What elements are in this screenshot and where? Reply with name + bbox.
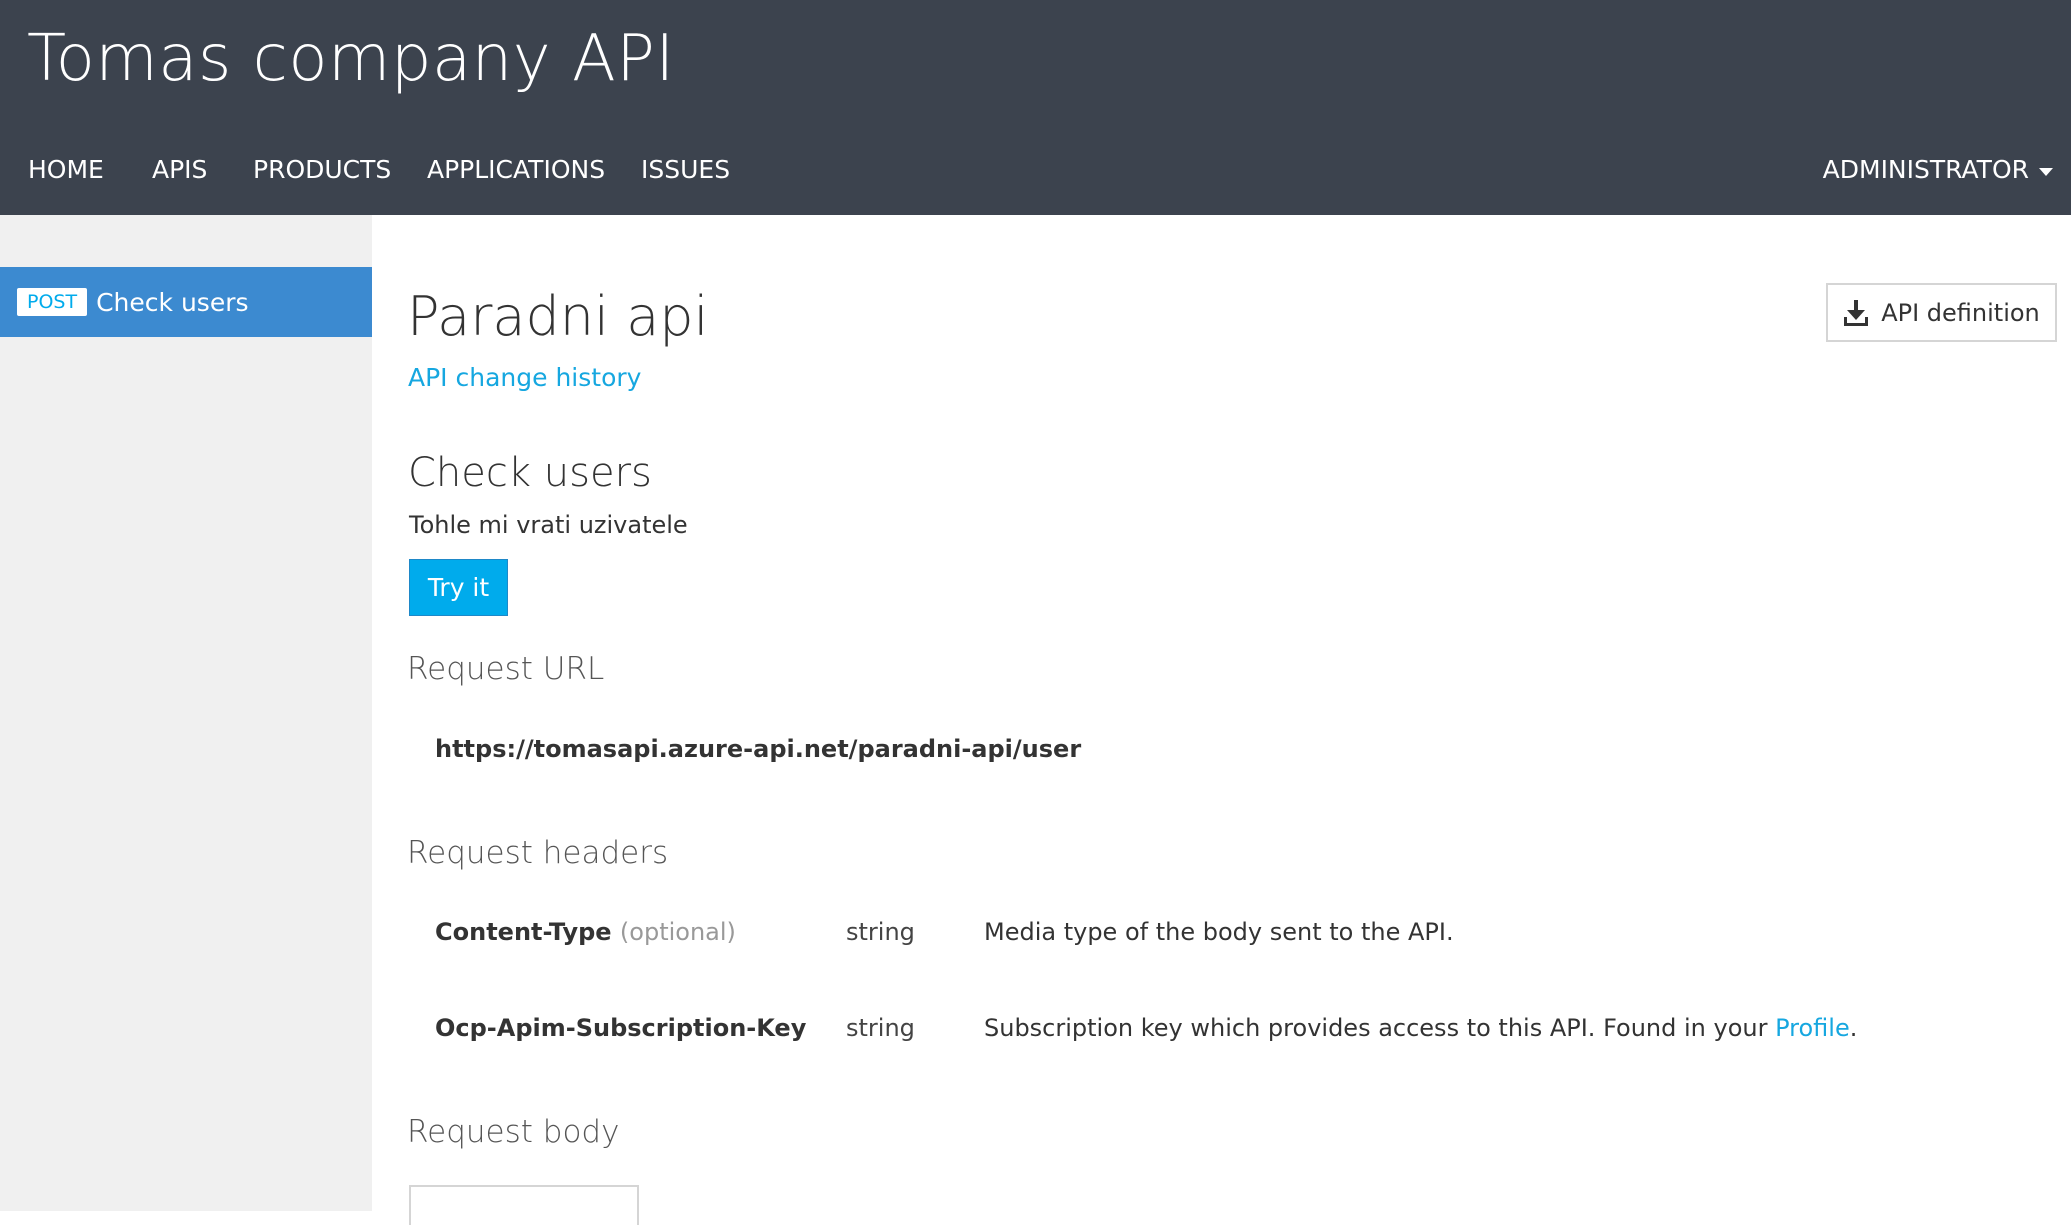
header-description: Subscription key which provides access t… bbox=[984, 1014, 1857, 1042]
header-type: string bbox=[846, 1014, 915, 1042]
operation-description: Tohle mi vrati uzivatele bbox=[409, 511, 688, 539]
operation-title: Check users bbox=[408, 450, 652, 496]
method-badge: POST bbox=[17, 288, 88, 316]
request-url-heading: Request URL bbox=[407, 651, 605, 687]
profile-link[interactable]: Profile bbox=[1775, 1014, 1850, 1042]
operations-sidebar: POST Check users bbox=[0, 215, 372, 1211]
request-body-heading: Request body bbox=[407, 1114, 620, 1150]
user-menu-label: ADMINISTRATOR bbox=[1822, 155, 2029, 184]
site-title[interactable]: Tomas company API bbox=[27, 22, 675, 96]
header-type: string bbox=[846, 918, 915, 946]
header-name: Content-Type (optional) bbox=[435, 918, 736, 946]
nav-apis[interactable]: APIS bbox=[152, 155, 207, 184]
page-title: Paradni api bbox=[407, 285, 709, 348]
header-description: Media type of the body sent to the API. bbox=[984, 918, 1454, 946]
sidebar-item-label: Check users bbox=[96, 287, 249, 317]
main-content: Paradni api API change history API defin… bbox=[372, 215, 2071, 1225]
header-name-text: Content-Type bbox=[435, 918, 612, 946]
header-optional-tag: (optional) bbox=[619, 918, 736, 946]
user-menu[interactable]: ADMINISTRATOR bbox=[1823, 155, 2053, 184]
nav-issues[interactable]: ISSUES bbox=[641, 155, 730, 184]
request-headers-heading: Request headers bbox=[407, 835, 669, 871]
nav-applications[interactable]: APPLICATIONS bbox=[427, 155, 605, 184]
api-change-history-link[interactable]: API change history bbox=[408, 363, 641, 392]
api-definition-button[interactable]: API definition bbox=[1826, 283, 2057, 342]
api-definition-label: API definition bbox=[1881, 298, 2040, 327]
download-icon bbox=[1844, 299, 1869, 326]
header-name-text: Ocp-Apim-Subscription-Key bbox=[435, 1014, 807, 1042]
try-it-button[interactable]: Try it bbox=[409, 559, 508, 616]
nav-home[interactable]: HOME bbox=[28, 155, 104, 184]
caret-down-icon bbox=[2039, 167, 2053, 176]
site-header: Tomas company API HOME APIS PRODUCTS APP… bbox=[0, 0, 2071, 215]
header-description-text: Subscription key which provides access t… bbox=[984, 1014, 1768, 1042]
sidebar-item-check-users[interactable]: POST Check users bbox=[0, 267, 372, 337]
request-url: https://tomasapi.azure-api.net/paradni-a… bbox=[435, 735, 1082, 763]
description-suffix: . bbox=[1849, 1014, 1858, 1042]
main-nav: HOME APIS PRODUCTS APPLICATIONS ISSUES bbox=[0, 145, 2071, 195]
header-name: Ocp-Apim-Subscription-Key bbox=[435, 1014, 806, 1042]
nav-products[interactable]: PRODUCTS bbox=[253, 155, 391, 184]
request-body-selector[interactable] bbox=[409, 1185, 639, 1225]
